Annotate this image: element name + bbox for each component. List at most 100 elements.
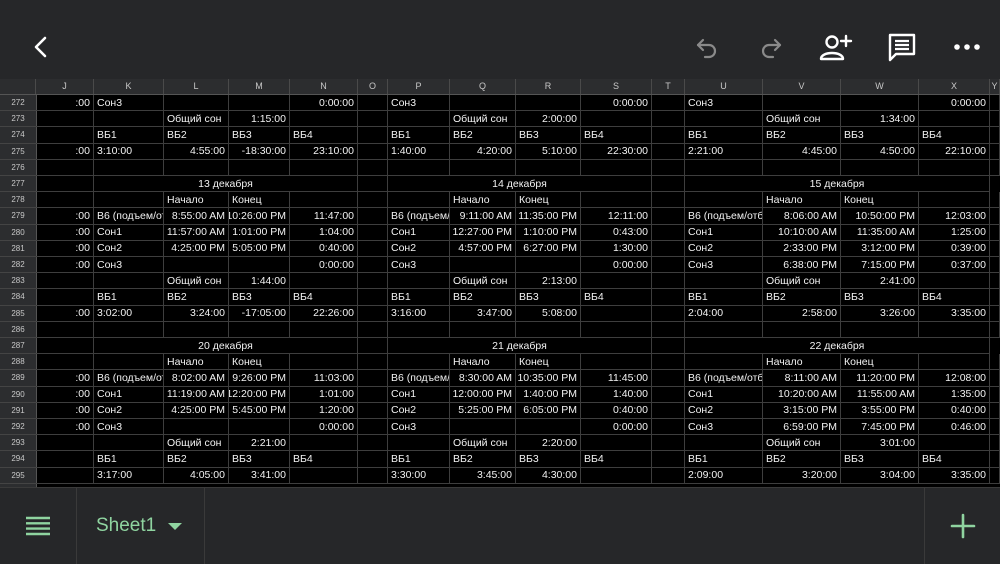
cell-n288[interactable] xyxy=(290,354,358,371)
cell-r272[interactable] xyxy=(516,95,581,112)
cell-m279[interactable]: 10:26:00 PM xyxy=(229,208,290,225)
cell-o288[interactable] xyxy=(358,354,388,371)
column-header-w[interactable]: W xyxy=(841,79,919,94)
cell-l278[interactable]: Начало xyxy=(164,192,229,209)
cell-t285[interactable] xyxy=(652,305,685,322)
cell-j275[interactable]: :00 xyxy=(36,143,94,160)
cell-q295[interactable]: 3:45:00 xyxy=(450,467,516,484)
cell-j291[interactable]: :00 xyxy=(36,402,94,419)
cell-n274[interactable]: ВБ4 xyxy=(290,127,358,144)
cell-o282[interactable] xyxy=(358,257,388,274)
cell-q279[interactable]: 9:11:00 AM xyxy=(450,208,516,225)
column-header-j[interactable]: J xyxy=(36,79,94,94)
cell-m276[interactable] xyxy=(229,159,290,176)
row-header-295[interactable]: 295 xyxy=(0,468,36,484)
cell-p291[interactable]: Сон2 xyxy=(388,402,450,419)
row-header-275[interactable]: 275 xyxy=(0,144,36,160)
cell-r291[interactable]: 6:05:00 PM xyxy=(516,402,581,419)
cell-n293[interactable] xyxy=(290,435,358,452)
cell-q275[interactable]: 4:20:00 xyxy=(450,143,516,160)
cell-p289[interactable]: В6 (подъем/от xyxy=(388,370,450,387)
spreadsheet-grid[interactable]: JKLMNOPQRSTUVWXY 272 273 274 275 276 277 278 27… xyxy=(0,79,1000,487)
cell-j281[interactable]: :00 xyxy=(36,240,94,257)
cell-q286[interactable] xyxy=(450,321,516,338)
cell-s276[interactable] xyxy=(581,159,652,176)
cell-r292[interactable] xyxy=(516,419,581,436)
cell-y272[interactable] xyxy=(990,95,1000,112)
cell-v288[interactable]: Начало xyxy=(763,354,841,371)
row-header-278[interactable]: 278 xyxy=(0,192,36,209)
cell-w292[interactable]: 7:45:00 PM xyxy=(841,419,919,436)
cell-v294[interactable]: ВБ2 xyxy=(763,451,841,468)
cell-w294[interactable]: ВБ3 xyxy=(841,451,919,468)
cell-n282[interactable]: 0:00:00 xyxy=(290,257,358,274)
cell-q273[interactable]: Общий сон xyxy=(450,111,516,128)
cell-m290[interactable]: 12:20:00 PM xyxy=(229,386,290,403)
cell-r281[interactable]: 6:27:00 PM xyxy=(516,240,581,257)
cell-l294[interactable]: ВБ2 xyxy=(164,451,229,468)
cell-m295[interactable]: 3:41:00 xyxy=(229,467,290,484)
cell-l276[interactable] xyxy=(164,159,229,176)
cell-t281[interactable] xyxy=(652,240,685,257)
cell-x283[interactable] xyxy=(919,273,990,290)
cell-v272[interactable] xyxy=(763,95,841,112)
cell-t290[interactable] xyxy=(652,386,685,403)
cell-v279[interactable]: 8:06:00 AM xyxy=(763,208,841,225)
cell-s294[interactable]: ВБ4 xyxy=(581,451,652,468)
cell-w286[interactable] xyxy=(841,321,919,338)
cell[interactable] xyxy=(652,338,685,355)
cell-l273[interactable]: Общий сон xyxy=(164,111,229,128)
cell-w278[interactable]: Конец xyxy=(841,192,919,209)
cell-p280[interactable]: Сон1 xyxy=(388,224,450,241)
row-header-281[interactable]: 281 xyxy=(0,241,36,257)
cell-y284[interactable] xyxy=(990,289,1000,306)
cell-j295[interactable] xyxy=(36,467,94,484)
cell-y290[interactable] xyxy=(990,386,1000,403)
cell-q281[interactable]: 4:57:00 PM xyxy=(450,240,516,257)
cell-u288[interactable] xyxy=(685,354,763,371)
cell-u283[interactable] xyxy=(685,273,763,290)
cell-v283[interactable]: Общий сон xyxy=(763,273,841,290)
cell-v293[interactable]: Общий сон xyxy=(763,435,841,452)
cell-u280[interactable]: Сон1 xyxy=(685,224,763,241)
cell-l280[interactable]: 11:57:00 AM xyxy=(164,224,229,241)
cell-m275[interactable]: -18:30:00 xyxy=(229,143,290,160)
cell-o283[interactable] xyxy=(358,273,388,290)
row-header-293[interactable]: 293 xyxy=(0,435,36,452)
cell-t275[interactable] xyxy=(652,143,685,160)
more-options-button[interactable] xyxy=(942,22,992,72)
cell-v282[interactable]: 6:38:00 PM xyxy=(763,257,841,274)
cell-v285[interactable]: 2:58:00 xyxy=(763,305,841,322)
cell-m280[interactable]: 1:01:00 PM xyxy=(229,224,290,241)
cell-y274[interactable] xyxy=(990,127,1000,144)
cell-v290[interactable]: 10:20:00 AM xyxy=(763,386,841,403)
cell-s293[interactable] xyxy=(581,435,652,452)
cell-k292[interactable]: Сон3 xyxy=(94,419,164,436)
date-header-cell[interactable]: 22 декабря xyxy=(685,338,990,355)
cell-p290[interactable]: Сон1 xyxy=(388,386,450,403)
cell-u274[interactable]: ВБ1 xyxy=(685,127,763,144)
cell-k276[interactable] xyxy=(94,159,164,176)
cell-x284[interactable]: ВБ4 xyxy=(919,289,990,306)
cell-j279[interactable]: :00 xyxy=(36,208,94,225)
cell-w289[interactable]: 11:20:00 PM xyxy=(841,370,919,387)
cell-v295[interactable]: 3:20:00 xyxy=(763,467,841,484)
cell-w274[interactable]: ВБ3 xyxy=(841,127,919,144)
cell-n285[interactable]: 22:26:00 xyxy=(290,305,358,322)
column-header-q[interactable]: Q xyxy=(450,79,516,94)
cell-j285[interactable]: :00 xyxy=(36,305,94,322)
cell-w290[interactable]: 11:55:00 AM xyxy=(841,386,919,403)
cell-m272[interactable] xyxy=(229,95,290,112)
row-header-274[interactable]: 274 xyxy=(0,127,36,144)
cell-t276[interactable] xyxy=(652,159,685,176)
column-header-o[interactable]: O xyxy=(358,79,388,94)
cell-l291[interactable]: 4:25:00 PM xyxy=(164,402,229,419)
cell-n278[interactable] xyxy=(290,192,358,209)
cell-t284[interactable] xyxy=(652,289,685,306)
cell-y291[interactable] xyxy=(990,402,1000,419)
cell-t278[interactable] xyxy=(652,192,685,209)
cell-k290[interactable]: Сон1 xyxy=(94,386,164,403)
cell-w273[interactable]: 1:34:00 xyxy=(841,111,919,128)
cell-n292[interactable]: 0:00:00 xyxy=(290,419,358,436)
cell-j294[interactable] xyxy=(36,451,94,468)
